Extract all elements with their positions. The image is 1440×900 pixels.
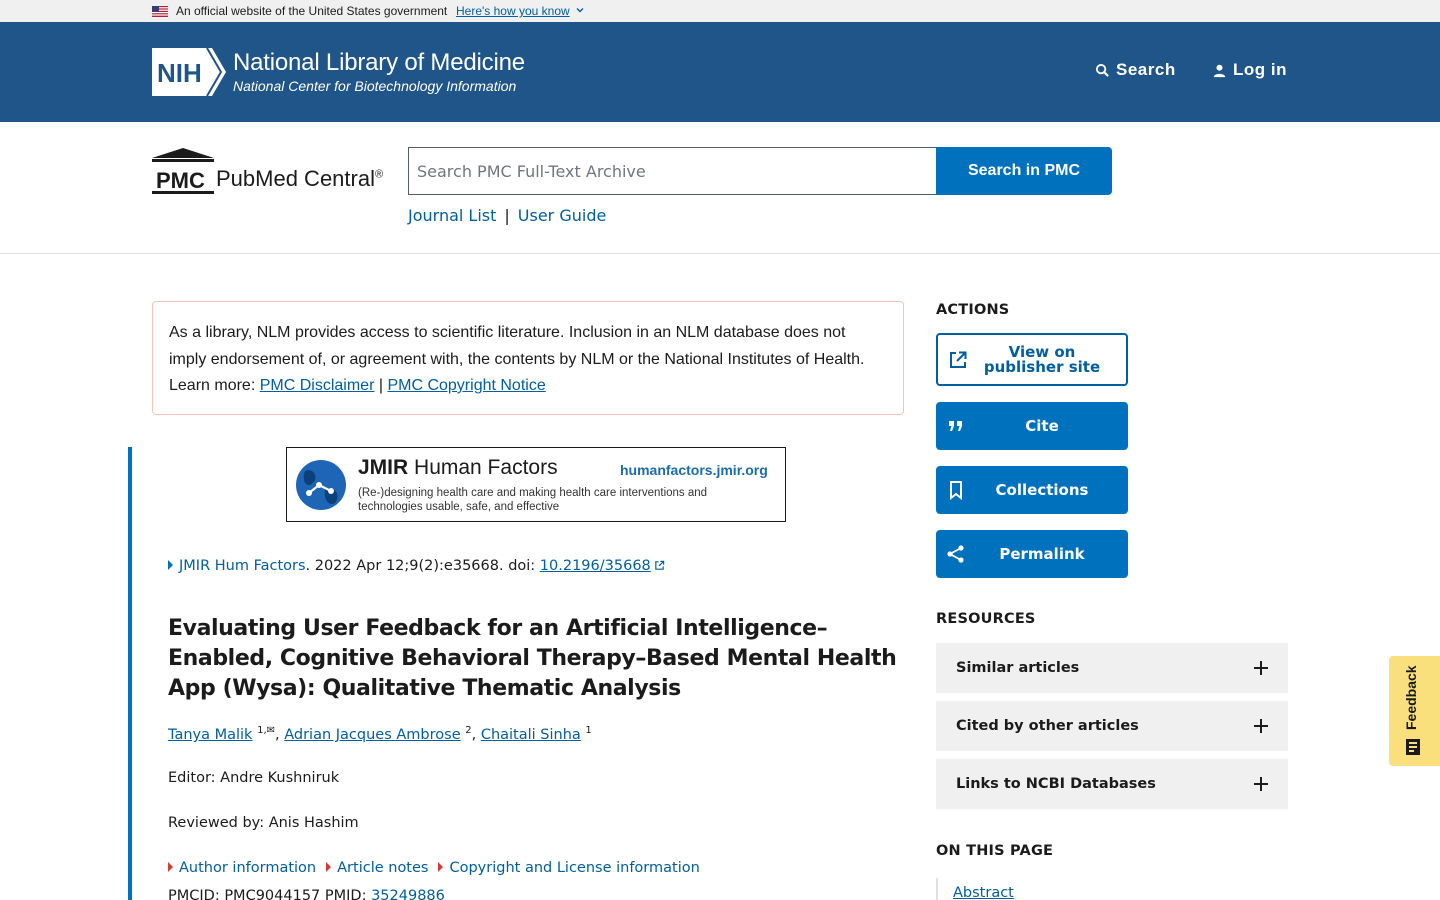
doi-link[interactable]: 10.2196/35668: [540, 558, 651, 574]
login-label: Log in: [1233, 60, 1287, 79]
header-search-button[interactable]: Search: [1095, 60, 1176, 80]
permalink-button[interactable]: Permalink: [936, 530, 1128, 578]
quote-icon: [949, 421, 962, 431]
copyright-license-toggle[interactable]: Copyright and License information: [438, 860, 700, 876]
caret-right-icon[interactable]: [168, 560, 173, 570]
chevron-down-icon[interactable]: [575, 5, 585, 15]
plus-icon: [1254, 661, 1268, 675]
nlm-title[interactable]: National Library of Medicine: [233, 49, 525, 77]
journal-banner-description: (Re-)designing health care and making he…: [358, 487, 708, 513]
ncbi-subtitle: National Center for Biotechnology Inform…: [233, 78, 517, 94]
cited-by-accordion[interactable]: Cited by other articles: [936, 701, 1288, 751]
how-you-know-link[interactable]: Here's how you know: [456, 4, 570, 18]
user-guide-link[interactable]: User Guide: [518, 206, 607, 225]
article-info-toggles: Author information Article notes Copyrig…: [168, 860, 700, 876]
journal-banner[interactable]: JMIR Human Factors humanfactors.jmir.org…: [286, 447, 786, 522]
header-search-label: Search: [1116, 60, 1176, 79]
login-button[interactable]: Log in: [1212, 60, 1287, 80]
journal-banner-title: JMIR Human Factors: [358, 456, 558, 479]
svg-text:NIH: NIH: [157, 58, 202, 88]
jmir-globe-logo: [296, 460, 346, 510]
disclaimer-text: As a library, NLM provides access to sci…: [169, 324, 865, 368]
user-icon: [1213, 64, 1226, 77]
pmid-link[interactable]: 35249886: [371, 888, 445, 900]
search-in-pmc-button[interactable]: Search in PMC: [936, 147, 1112, 195]
article-notes-toggle[interactable]: Article notes: [326, 860, 428, 876]
nlm-disclaimer: As a library, NLM provides access to sci…: [152, 301, 904, 415]
pmc-wordmark[interactable]: PubMed Central®: [216, 166, 383, 192]
ncbi-databases-accordion[interactable]: Links to NCBI Databases: [936, 759, 1288, 809]
author-link[interactable]: Tanya Malik: [168, 727, 252, 743]
bookmark-icon: [950, 481, 962, 500]
feedback-icon: [1406, 739, 1420, 755]
reviewer-line: Reviewed by: Anis Hashim: [168, 815, 359, 831]
pmc-logo[interactable]: PMC: [152, 148, 214, 195]
nih-header: NIH National Library of Medicine Nationa…: [0, 22, 1440, 122]
gov-banner: An official website of the United States…: [0, 0, 1440, 22]
on-this-page-heading: ON THIS PAGE: [936, 843, 1054, 859]
journal-list-link[interactable]: Journal List: [408, 206, 496, 225]
author-link[interactable]: Chaitali Sinha: [481, 727, 581, 743]
cite-button[interactable]: Cite: [936, 402, 1128, 450]
article-title: Evaluating User Feedback for an Artifici…: [168, 616, 897, 701]
plus-icon: [1254, 719, 1268, 733]
citation-line: JMIR Hum Factors. 2022 Apr 12;9(2):e3566…: [168, 558, 665, 574]
svg-text:PMC: PMC: [156, 168, 205, 193]
author-link[interactable]: Adrian Jacques Ambrose: [284, 727, 460, 743]
toc-rail: [936, 878, 938, 900]
feedback-tab[interactable]: Feedback: [1389, 656, 1440, 766]
external-link-icon: [950, 351, 967, 368]
pmc-nav-links: Journal List | User Guide: [408, 206, 607, 225]
feedback-label: Feedback: [1403, 665, 1419, 730]
similar-articles-accordion[interactable]: Similar articles: [936, 643, 1288, 693]
article-ids: PMCID: PMC9044157 PMID: 35249886: [168, 888, 445, 900]
learn-more-label: Learn more:: [169, 377, 256, 394]
collections-button[interactable]: Collections: [936, 466, 1128, 514]
author-information-toggle[interactable]: Author information: [168, 860, 316, 876]
search-icon: [1095, 63, 1109, 77]
pmc-header: PMC PubMed Central® Search in PMC Journa…: [0, 122, 1440, 254]
journal-name-toggle[interactable]: JMIR Hum Factors: [179, 558, 306, 574]
us-flag-icon: [152, 6, 168, 17]
view-on-publisher-button[interactable]: View on publisher site: [936, 333, 1128, 386]
actions-heading: ACTIONS: [936, 302, 1010, 318]
toc-abstract-link[interactable]: Abstract: [953, 885, 1014, 900]
external-link-icon: [655, 560, 665, 570]
editor-line: Editor: Andre Kushniruk: [168, 770, 340, 786]
nih-logo[interactable]: NIH: [152, 48, 226, 96]
resources-heading: RESOURCES: [936, 611, 1036, 627]
author-list: Tanya Malik 1,✉, Adrian Jacques Ambrose …: [168, 725, 592, 743]
plus-icon: [1254, 777, 1268, 791]
share-icon: [947, 545, 964, 563]
pmc-copyright-link[interactable]: PMC Copyright Notice: [387, 377, 545, 394]
pmc-disclaimer-link[interactable]: PMC Disclaimer: [260, 377, 375, 394]
journal-banner-url: humanfactors.jmir.org: [620, 462, 768, 478]
gov-banner-text: An official website of the United States…: [176, 4, 448, 18]
article-accent-bar: [128, 447, 132, 900]
pmc-search-input[interactable]: [408, 147, 938, 195]
